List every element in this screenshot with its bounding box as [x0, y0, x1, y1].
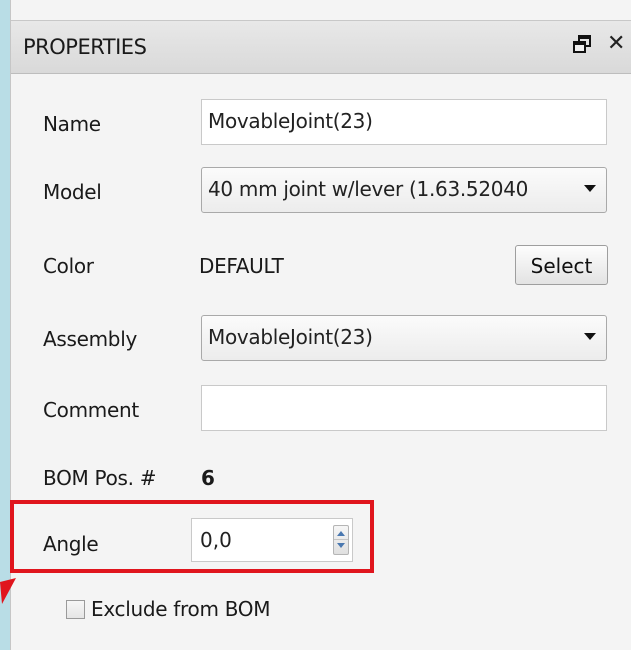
float-window-icon[interactable] [571, 33, 593, 55]
assembly-dropdown[interactable]: MovableJoint(23) [201, 315, 607, 361]
exclude-from-bom-label: Exclude from BOM [91, 597, 271, 621]
model-value: 40 mm joint w/lever (1.63.52040 [208, 177, 529, 201]
model-dropdown[interactable]: 40 mm joint w/lever (1.63.52040 [201, 167, 607, 213]
name-label: Name [43, 112, 101, 136]
comment-label: Comment [43, 398, 139, 422]
panel-title: PROPERTIES [23, 35, 147, 59]
select-color-button[interactable]: Select [515, 245, 608, 285]
chevron-down-icon [584, 185, 596, 192]
bom-pos-label: BOM Pos. # [43, 466, 157, 490]
bom-pos-value: 6 [201, 466, 215, 490]
close-icon[interactable]: ✕ [607, 33, 625, 55]
color-label: Color [43, 254, 94, 278]
chevron-down-icon [584, 333, 596, 340]
assembly-label: Assembly [43, 327, 137, 351]
panel-titlebar: PROPERTIES ✕ [11, 20, 631, 74]
red-arrow-pointer-icon [0, 578, 16, 604]
name-field[interactable]: MovableJoint(23) [201, 99, 607, 145]
comment-field[interactable] [201, 385, 607, 431]
angle-highlight-box [10, 500, 374, 573]
assembly-value: MovableJoint(23) [208, 325, 373, 349]
model-label: Model [43, 180, 102, 204]
exclude-from-bom-checkbox[interactable] [66, 600, 85, 619]
color-value: DEFAULT [199, 254, 284, 278]
